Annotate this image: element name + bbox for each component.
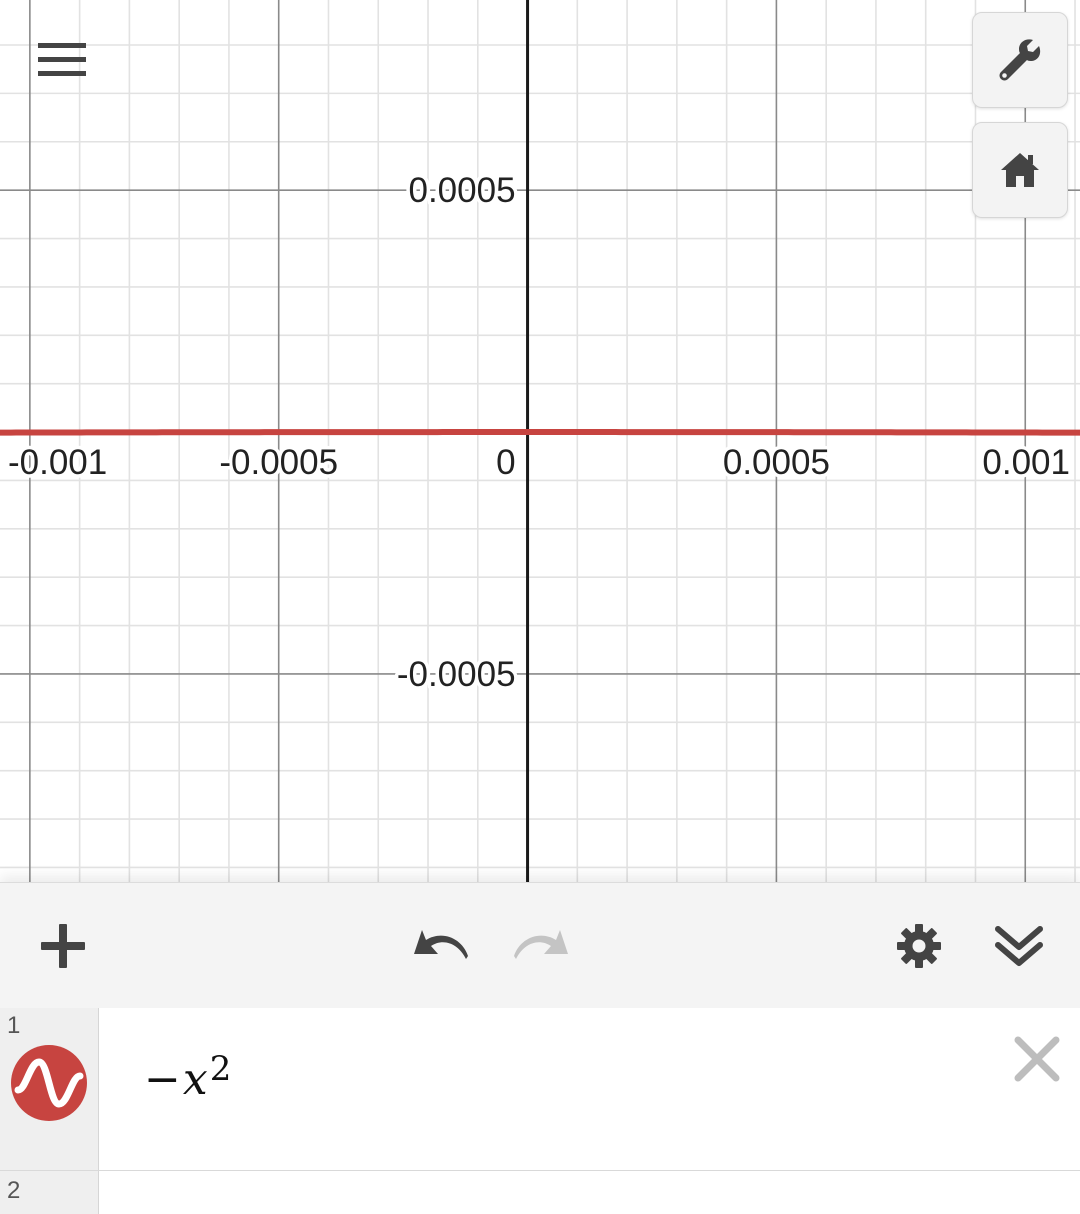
delete-expression-button[interactable]	[1008, 1030, 1066, 1088]
x-tick-label: 0.001	[982, 443, 1070, 482]
graph-color-icon[interactable]	[10, 1044, 88, 1122]
plus-icon	[41, 924, 85, 968]
x-tick-label: 0	[496, 443, 515, 482]
x-tick-label: -0.0005	[219, 443, 338, 482]
redo-icon	[514, 930, 568, 959]
minor-gridlines	[0, 0, 1080, 882]
expression-index: 1	[7, 1012, 21, 1039]
formula-exponent: 2	[209, 1049, 232, 1089]
y-tick-label: -0.0005	[397, 655, 516, 694]
settings-button[interactable]	[886, 913, 952, 979]
double-chevron-down-icon	[995, 926, 1043, 966]
expression-row[interactable]: 1 −x2	[0, 1008, 1080, 1171]
expression-row-empty[interactable]: 2	[0, 1171, 1080, 1214]
expression-input[interactable]: −x2	[144, 1049, 231, 1105]
graph-svg[interactable]: -0.001 -0.0005 0 0.0005 0.001 0.0005 -0.0005	[0, 0, 1080, 882]
y-tick-label: 0.0005	[408, 171, 515, 210]
redo-button[interactable]	[508, 913, 574, 979]
axes	[0, 0, 1080, 882]
menu-button[interactable]	[30, 30, 94, 90]
gear-icon	[897, 924, 941, 968]
x-tick-label: -0.001	[8, 443, 107, 482]
graph-canvas[interactable]: -0.001 -0.0005 0 0.0005 0.001 0.0005 -0.0005	[0, 0, 1080, 882]
curve-line	[0, 429, 1080, 436]
close-icon	[1014, 1036, 1060, 1082]
expression-toolbar	[0, 882, 1080, 1009]
expression-gutter: 2	[0, 1171, 99, 1214]
add-expression-button[interactable]	[30, 913, 96, 979]
hamburger-icon	[38, 43, 86, 76]
undo-button[interactable]	[408, 913, 474, 979]
expression-gutter: 1	[0, 1008, 99, 1170]
wrench-icon	[999, 39, 1041, 81]
major-gridlines	[0, 0, 1080, 882]
formula-operator: −	[144, 1054, 181, 1105]
formula-variable: x	[182, 1054, 208, 1105]
function-curve	[0, 429, 1080, 436]
undo-icon	[414, 930, 468, 959]
collapse-list-button[interactable]	[986, 913, 1052, 979]
expression-list: 1 −x2 2	[0, 1008, 1080, 1214]
graph-settings-button[interactable]	[972, 12, 1068, 108]
x-tick-label: 0.0005	[723, 443, 830, 482]
expression-index: 2	[7, 1177, 21, 1204]
home-view-button[interactable]	[972, 122, 1068, 218]
home-icon	[1001, 153, 1039, 187]
